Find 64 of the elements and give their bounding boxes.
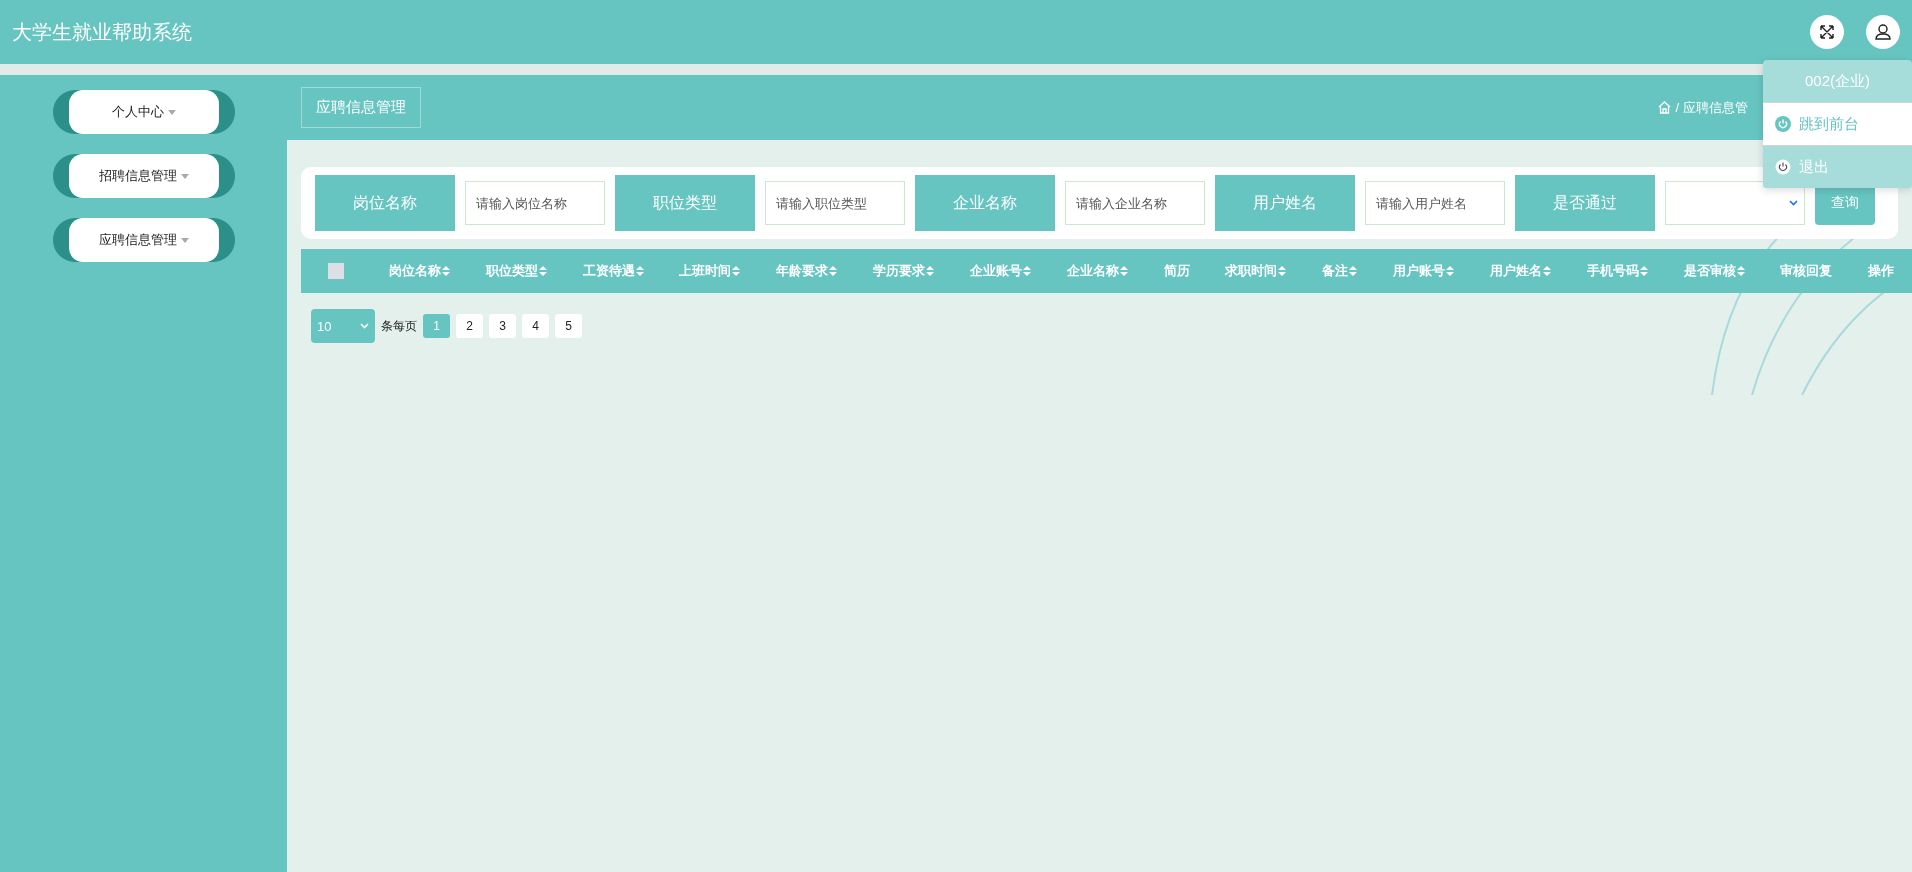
user-icon	[1874, 23, 1892, 41]
sidebar-menu-item[interactable]: 应聘信息管理	[52, 218, 235, 262]
column-header: 用户账号	[1393, 262, 1445, 280]
column-header: 岗位名称	[388, 262, 441, 280]
column-header: 求职时间	[1225, 262, 1278, 280]
sort-icon[interactable]	[1639, 266, 1648, 276]
sort-icon[interactable]	[635, 266, 644, 276]
sort-icon[interactable]	[1446, 266, 1454, 276]
search-field[interactable]: 请输入职位类型	[765, 181, 905, 225]
column-header: 学历要求	[873, 262, 926, 280]
field-label: 是否通过	[1515, 175, 1655, 231]
sort-icon[interactable]	[1022, 266, 1031, 276]
sidebar-menu-item[interactable]: 招聘信息管理	[52, 154, 235, 198]
home-icon[interactable]	[1658, 101, 1672, 114]
field-label: 企业名称	[915, 175, 1055, 231]
search-field[interactable]: 请输入用户姓名	[1365, 181, 1505, 225]
column-header: 上班时间	[679, 262, 732, 280]
breadcrumb-separator: /	[1675, 100, 1679, 115]
fullscreen-icon	[1819, 24, 1835, 40]
column-header: 手机号码	[1586, 262, 1639, 280]
user-button[interactable]	[1866, 15, 1900, 49]
field-label: 职位类型	[615, 175, 755, 231]
page-button[interactable]: 2	[456, 314, 483, 338]
search-field[interactable]: 请输入岗位名称	[465, 181, 605, 225]
page-button[interactable]: 4	[522, 314, 549, 338]
sort-icon[interactable]	[441, 266, 450, 276]
column-header: 备注	[1322, 262, 1349, 280]
chevron-icon	[1789, 200, 1798, 206]
column-header: 操作	[1868, 262, 1895, 280]
sort-icon[interactable]	[1736, 266, 1745, 276]
column-header: 职位类型	[485, 262, 538, 280]
sort-icon[interactable]	[1278, 266, 1287, 276]
field-label: 岗位名称	[315, 175, 455, 231]
caret-icon	[180, 173, 189, 179]
column-header: 是否审核	[1683, 262, 1736, 280]
sort-icon[interactable]	[732, 266, 741, 276]
sort-icon[interactable]	[538, 266, 547, 276]
column-header: 工资待遇	[582, 262, 635, 280]
column-header: 简历	[1163, 262, 1190, 280]
column-header: 企业名称	[1066, 262, 1119, 280]
page-size-label: 条每页	[381, 317, 417, 335]
column-header: 用户姓名	[1489, 262, 1542, 280]
column-header: 企业账号	[969, 262, 1022, 280]
select-all-checkbox[interactable]	[328, 263, 344, 279]
column-header: 审核回复	[1780, 262, 1833, 280]
user-name: 002(企业)	[1804, 70, 1871, 91]
column-header: 年龄要求	[776, 262, 829, 280]
sort-icon[interactable]	[926, 266, 935, 276]
field-label: 用户姓名	[1215, 175, 1355, 231]
app-title: 大学生就业帮助系统	[12, 19, 193, 45]
sort-icon[interactable]	[1542, 266, 1551, 276]
sort-icon[interactable]	[1349, 266, 1358, 276]
sidebar-menu-item[interactable]: 个人中心	[52, 90, 235, 134]
power-icon	[1775, 159, 1791, 175]
search-field[interactable]: 请输入企业名称	[1065, 181, 1205, 225]
chevron-icon	[360, 323, 369, 329]
power-icon	[1775, 116, 1791, 132]
fullscreen-button[interactable]	[1810, 15, 1844, 49]
sort-icon[interactable]	[829, 266, 838, 276]
sort-icon[interactable]	[1119, 266, 1128, 276]
caret-icon	[180, 237, 189, 243]
page-button[interactable]: 3	[489, 314, 516, 338]
caret-icon	[167, 109, 176, 115]
page-button[interactable]: 5	[555, 314, 582, 338]
